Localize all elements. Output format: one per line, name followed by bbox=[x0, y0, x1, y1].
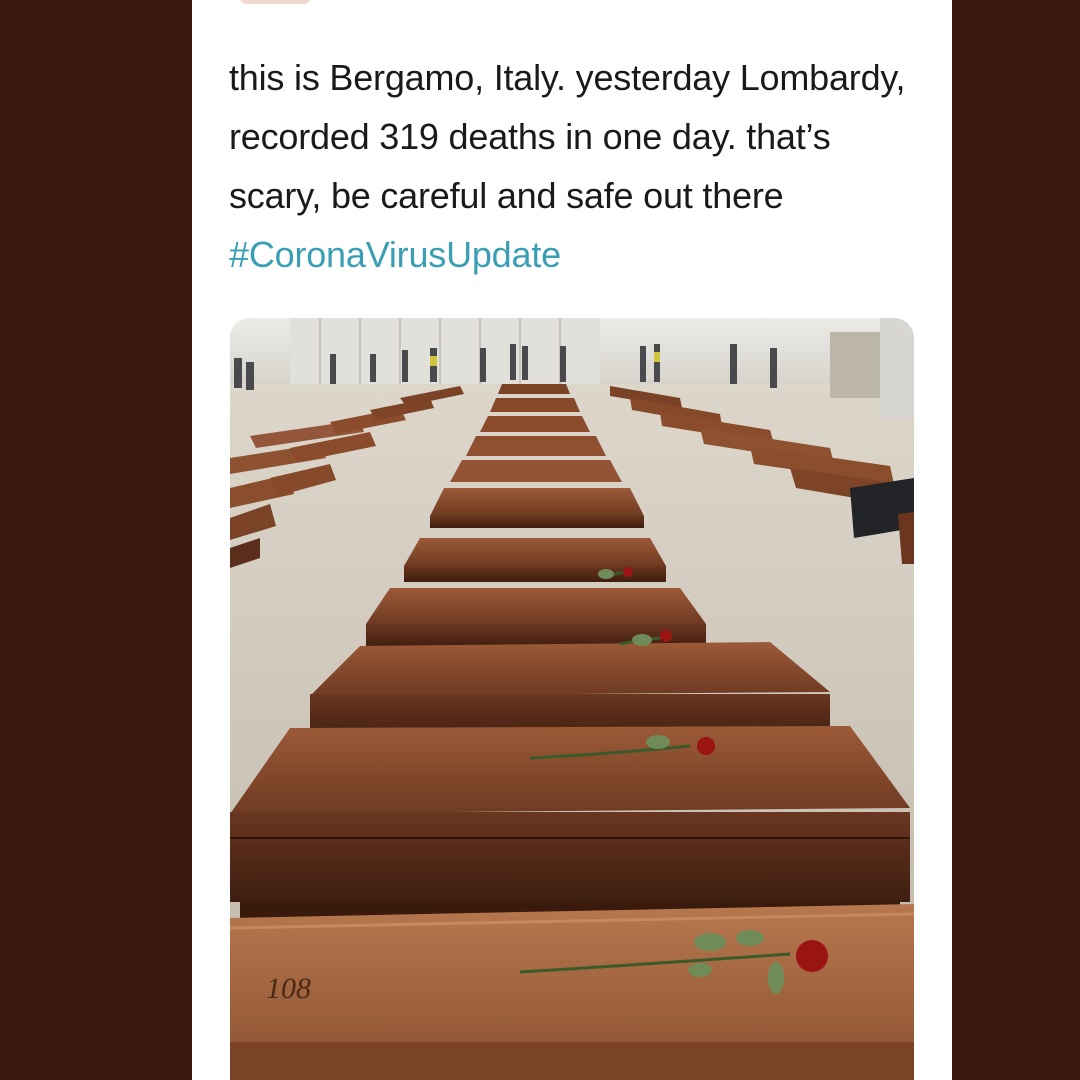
shelving bbox=[830, 332, 880, 398]
tweet-photo[interactable]: 108 bbox=[230, 318, 914, 1080]
tweet-text: this is Bergamo, Italy. yesterday Lombar… bbox=[229, 48, 929, 284]
avatar-fragment bbox=[240, 0, 310, 4]
cabinet bbox=[880, 318, 914, 418]
handwritten-number: 108 bbox=[266, 972, 311, 1005]
left-background-border bbox=[0, 0, 192, 1080]
right-background-border bbox=[952, 0, 1080, 1080]
hashtag-link[interactable]: #CoronaVirusUpdate bbox=[229, 234, 561, 275]
wall-panels bbox=[290, 318, 600, 386]
tweet-body-text: this is Bergamo, Italy. yesterday Lombar… bbox=[229, 57, 906, 216]
tweet-card: this is Bergamo, Italy. yesterday Lombar… bbox=[192, 0, 952, 1080]
coffins-photo: 108 bbox=[230, 318, 914, 1080]
